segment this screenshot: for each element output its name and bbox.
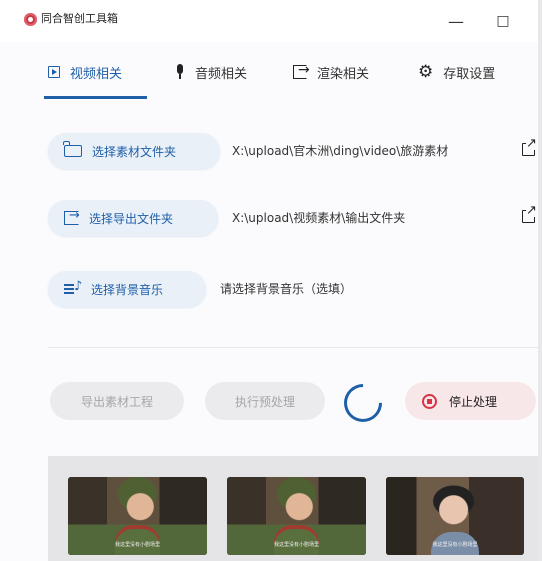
main-tabs: 视频相关 音频相关 渲染相关 ⚙ 存取设置 bbox=[0, 42, 542, 100]
tab-render-label: 渲染相关 bbox=[317, 66, 370, 82]
select-export-folder-label: 选择导出文件夹 bbox=[89, 211, 174, 226]
folder-icon bbox=[63, 141, 82, 157]
title-bar: 同合智创工具箱 — □ bbox=[0, 0, 542, 42]
maximize-button[interactable]: □ bbox=[484, 8, 522, 34]
execute-preprocess-button[interactable]: 执行预处理 bbox=[205, 382, 325, 420]
video-settings-panel: 选择素材文件夹 X:\upload\官木洲\ding\video\旅游素材 选择… bbox=[0, 100, 542, 561]
window-edge bbox=[538, 0, 542, 561]
loading-spinner-icon bbox=[336, 376, 390, 430]
select-background-music-label: 选择背景音乐 bbox=[91, 282, 164, 297]
background-music-placeholder: 请选择背景音乐（选填） bbox=[220, 282, 353, 296]
export-folder-path: X:\upload\视频素材\输出文件夹 bbox=[232, 211, 406, 225]
application-window: 同合智创工具箱 — □ 视频相关 音频相关 渲染相关 ⚙ 存取设置 选择素材文件… bbox=[0, 0, 542, 561]
processing-actions: 导出素材工程 执行预处理 停止处理 bbox=[0, 376, 542, 430]
active-tab-indicator bbox=[44, 96, 147, 99]
export-icon bbox=[64, 208, 80, 225]
export-material-project-button[interactable]: 导出素材工程 bbox=[50, 382, 184, 420]
select-background-music-button[interactable]: 选择背景音乐 bbox=[48, 271, 206, 307]
minimize-button[interactable]: — bbox=[437, 8, 475, 34]
video-thumbnail[interactable]: 我这里没有小剧场里 bbox=[227, 477, 366, 555]
material-folder-path: X:\upload\官木洲\ding\video\旅游素材 bbox=[232, 144, 449, 158]
tab-audio[interactable]: 音频相关 bbox=[175, 58, 247, 86]
stop-processing-label: 停止处理 bbox=[449, 394, 498, 409]
export-arrow-icon bbox=[293, 62, 310, 79]
select-material-folder-label: 选择素材文件夹 bbox=[92, 144, 177, 159]
video-thumbnail-strip: 我这里没有小剧场里 我这里没有小剧场里 我这里没有小剧场里 bbox=[48, 456, 542, 561]
thumbnail-subtitle: 我这里没有小剧场里 bbox=[273, 542, 319, 548]
video-thumbnail[interactable]: 我这里没有小剧场里 bbox=[68, 477, 207, 555]
tab-storage-settings-label: 存取设置 bbox=[443, 66, 496, 82]
tab-video[interactable]: 视频相关 bbox=[48, 58, 122, 86]
music-list-icon bbox=[64, 279, 82, 296]
tab-audio-label: 音频相关 bbox=[195, 66, 248, 82]
app-logo-icon bbox=[24, 13, 37, 26]
background-music-row: 选择背景音乐 请选择背景音乐（选填） bbox=[0, 271, 542, 315]
play-box-icon bbox=[48, 66, 60, 78]
export-folder-row: 选择导出文件夹 X:\upload\视频素材\输出文件夹 bbox=[0, 200, 542, 244]
window-title: 同合智创工具箱 bbox=[41, 12, 118, 25]
thumbnail-subtitle: 我这里没有小剧场里 bbox=[432, 542, 478, 548]
tab-video-label: 视频相关 bbox=[70, 66, 123, 82]
stop-processing-button[interactable]: 停止处理 bbox=[405, 382, 536, 420]
stop-icon bbox=[422, 393, 437, 409]
microphone-icon bbox=[175, 64, 185, 80]
select-export-folder-button[interactable]: 选择导出文件夹 bbox=[48, 200, 218, 236]
gear-icon: ⚙ bbox=[418, 61, 434, 82]
tab-render[interactable]: 渲染相关 bbox=[293, 58, 369, 86]
select-material-folder-button[interactable]: 选择素材文件夹 bbox=[48, 133, 220, 169]
open-external-icon[interactable] bbox=[522, 137, 537, 156]
thumbnail-subtitle: 我这里没有小剧场里 bbox=[114, 542, 160, 548]
video-thumbnail[interactable]: 我这里没有小剧场里 bbox=[386, 477, 524, 555]
tab-storage-settings[interactable]: ⚙ 存取设置 bbox=[418, 58, 495, 86]
section-divider bbox=[48, 347, 542, 348]
open-external-icon[interactable] bbox=[522, 204, 537, 223]
material-folder-row: 选择素材文件夹 X:\upload\官木洲\ding\video\旅游素材 bbox=[0, 133, 542, 177]
